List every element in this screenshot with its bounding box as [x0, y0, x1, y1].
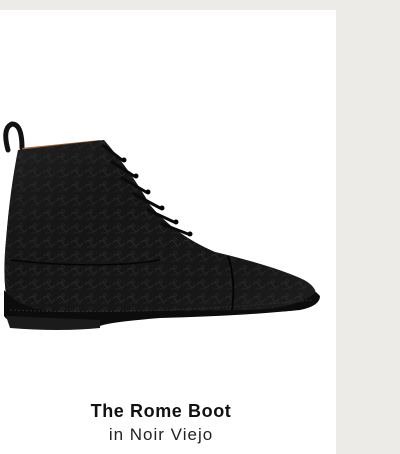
product-name[interactable]: The Rome Boot: [0, 401, 322, 422]
product-colorway: in Noir Viejo: [108, 425, 214, 444]
product-card[interactable]: The Rome Boot in Noir Viejo: [0, 10, 336, 454]
product-image[interactable]: [0, 110, 336, 350]
